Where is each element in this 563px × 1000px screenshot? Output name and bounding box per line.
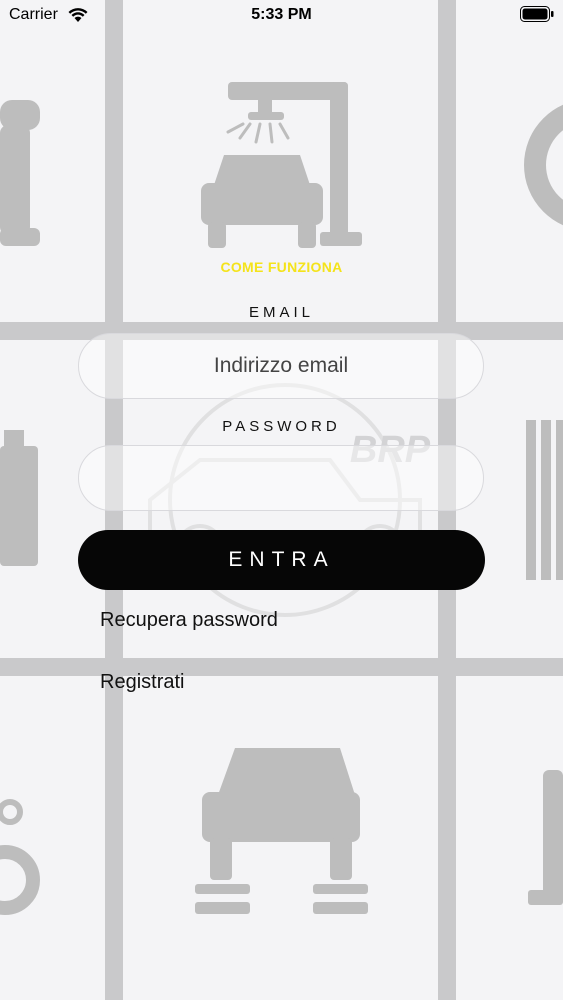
how-it-works-link[interactable]: COME FUNZIONA [0,259,563,275]
email-input[interactable] [79,334,483,398]
status-bar: Carrier 5:33 PM [0,0,563,30]
battery-status-icon [520,6,554,22]
password-field-container [78,445,484,511]
recover-password-link[interactable]: Recupera password [100,609,278,632]
register-link[interactable]: Registrati [100,671,184,694]
battery-icon [0,430,38,566]
clock: 5:33 PM [251,6,312,23]
rack-icon [526,420,563,580]
password-input[interactable] [79,446,483,510]
email-field-container [78,333,484,399]
password-label: PASSWORD [222,418,341,435]
email-label: EMAIL [248,304,314,321]
login-button[interactable]: ENTRA [78,530,485,590]
